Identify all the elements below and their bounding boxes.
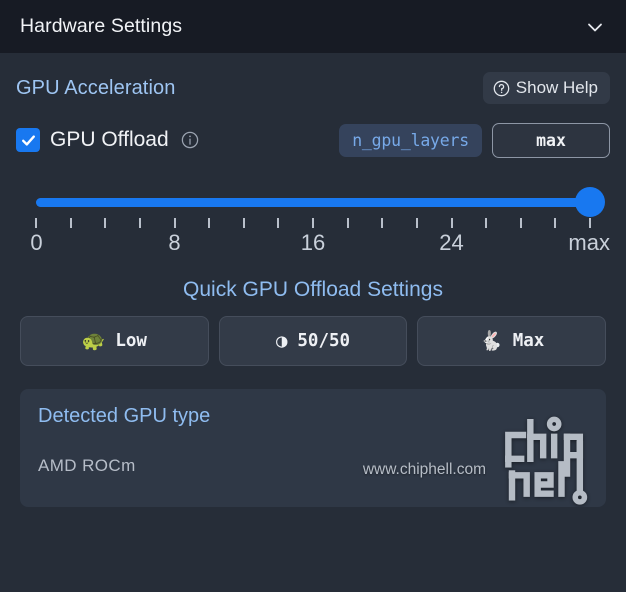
detected-gpu-title: Detected GPU type	[38, 405, 211, 427]
slider-tick-label: max	[568, 230, 610, 255]
quick-setting-max-button[interactable]: 🐇 Max	[417, 316, 607, 366]
gpu-offload-left: GPU Offload	[16, 128, 199, 152]
slider-tick	[589, 218, 591, 228]
half-moon-icon: ◑	[275, 329, 288, 352]
slider-tick	[173, 218, 176, 228]
quick-settings-title: Quick GPU Offload Settings	[183, 278, 443, 301]
n-gpu-layers-param-chip[interactable]: n_gpu_layers	[339, 123, 482, 157]
section-title: GPU Acceleration	[16, 76, 176, 99]
panel-header[interactable]: Hardware Settings	[0, 0, 626, 53]
slider-tick-label: 24	[439, 230, 464, 255]
slider-tick	[35, 218, 37, 228]
detected-gpu-value: AMD ROCm	[38, 456, 136, 475]
question-circle-icon	[493, 80, 510, 97]
slider-tick	[69, 218, 72, 228]
slider-tick	[138, 218, 141, 228]
show-help-label: Show Help	[515, 78, 598, 97]
gpu-offload-right: n_gpu_layers max	[339, 122, 610, 158]
slider-tick	[277, 218, 280, 228]
quick-setting-label: Max	[512, 331, 545, 351]
slider-tick	[519, 218, 522, 228]
slider-tick	[415, 218, 418, 228]
settings-body: GPU Acceleration Show Help GPU Offload n…	[0, 53, 626, 592]
chevron-down-icon[interactable]	[582, 14, 608, 40]
slider-fill	[36, 197, 590, 207]
gpu-acceleration-section-header: GPU Acceleration Show Help	[16, 71, 610, 105]
quick-setting-label: 50/50	[297, 331, 351, 351]
slider-thumb[interactable]	[575, 187, 605, 217]
slider-ticks	[35, 218, 591, 229]
slider-tick	[554, 218, 557, 228]
slider-track-row[interactable]	[20, 187, 606, 217]
detected-gpu-panel: Detected GPU type AMD ROCm www.chiphell.…	[20, 389, 606, 507]
quick-setting-label: Low	[115, 331, 147, 351]
gpu-offload-label: GPU Offload	[50, 128, 169, 151]
quick-settings-buttons: 🐢 Low ◑ 50/50 🐇 Max	[16, 316, 610, 366]
gpu-offload-checkbox[interactable]	[16, 128, 40, 152]
rabbit-icon: 🐇	[479, 329, 503, 352]
slider-tick-label: 16	[300, 230, 326, 255]
quick-setting-50-50-button[interactable]: ◑ 50/50	[218, 316, 408, 366]
hardware-settings-panel: Hardware Settings GPU Acceleration Show …	[0, 0, 626, 592]
slider-tick-labels: 0 8 16 24 max	[30, 230, 610, 260]
page-title: Hardware Settings	[20, 15, 183, 37]
slider-tick	[381, 218, 384, 228]
slider-tick	[242, 218, 245, 228]
slider-tick	[346, 218, 349, 228]
slider-tick	[208, 218, 211, 228]
info-circle-icon[interactable]	[181, 131, 199, 149]
gpu-layers-slider[interactable]: 0 8 16 24 max	[16, 177, 610, 260]
slider-tick-label: 0	[30, 230, 43, 255]
quick-setting-low-button[interactable]: 🐢 Low	[20, 316, 209, 366]
slider-tick	[312, 218, 314, 228]
slider-tick	[450, 218, 453, 228]
slider-tick	[485, 218, 488, 228]
show-help-button[interactable]: Show Help	[482, 72, 610, 104]
turtle-icon: 🐢	[81, 329, 106, 352]
gpu-offload-row: GPU Offload n_gpu_layers max	[16, 121, 610, 159]
slider-tick	[104, 218, 107, 228]
n-gpu-layers-value-input[interactable]: max	[492, 122, 610, 158]
slider-tick-label: 8	[168, 230, 181, 255]
